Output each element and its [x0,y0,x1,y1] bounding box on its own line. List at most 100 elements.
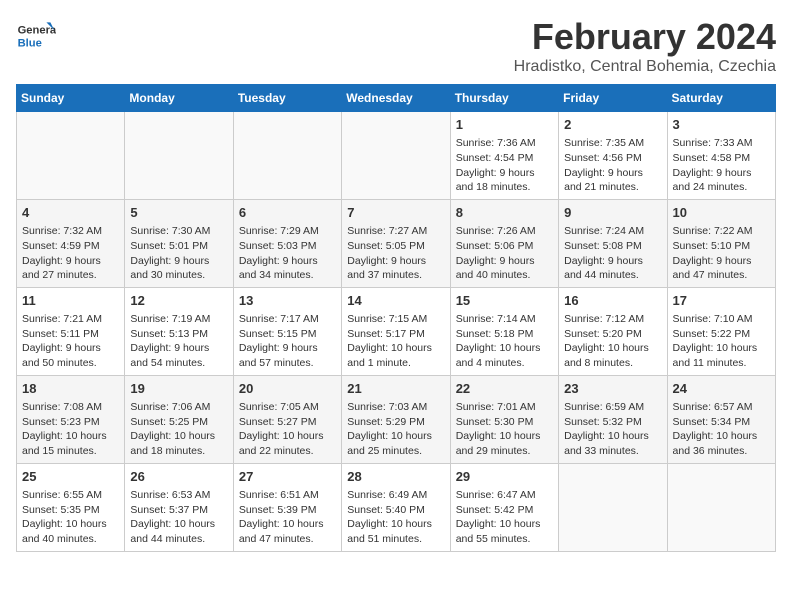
logo-icon: General Blue [16,16,56,56]
location: Hradistko, Central Bohemia, Czechia [514,58,776,76]
day-number: 3 [673,116,770,134]
calendar-week-row: 11Sunrise: 7:21 AM Sunset: 5:11 PM Dayli… [17,287,776,375]
title-block: February 2024 Hradistko, Central Bohemia… [514,16,776,76]
day-number: 8 [456,204,553,222]
calendar-cell: 20 Sunrise: 7:05 AM Sunset: 5:27 PM Dayli… [233,375,341,463]
day-info: Sunrise: 6:47 AM Sunset: 5:42 PM Dayligh… [456,488,553,547]
day-info: Sunrise: 7:32 AM Sunset: 4:59 PM Dayligh… [22,224,119,283]
weekday-header: Monday [125,85,233,112]
svg-text:Blue: Blue [18,37,42,49]
day-number: 25 [22,468,119,486]
calendar-cell: 3 Sunrise: 7:33 AM Sunset: 4:58 PM Daylig… [667,112,775,200]
calendar-cell: 29 Sunrise: 6:47 AM Sunset: 5:42 PM Dayli… [450,463,558,551]
day-number: 6 [239,204,336,222]
calendar-table: SundayMondayTuesdayWednesdayThursdayFrid… [16,84,776,552]
day-info: Sunrise: 7:08 AM Sunset: 5:23 PM Dayligh… [22,400,119,459]
day-number: 7 [347,204,444,222]
day-number: 9 [564,204,661,222]
weekday-header: Wednesday [342,85,450,112]
calendar-cell [559,463,667,551]
calendar-cell: 27Sunrise: 6:51 AM Sunset: 5:39 PM Dayli… [233,463,341,551]
day-info: Sunrise: 7:27 AM Sunset: 5:05 PM Dayligh… [347,224,444,283]
calendar-cell: 19 Sunrise: 7:06 AM Sunset: 5:25 PM Dayli… [125,375,233,463]
day-number: 28 [347,468,444,486]
day-info: Sunrise: 7:03 AM Sunset: 5:29 PM Dayligh… [347,400,444,459]
day-info: Sunrise: 7:06 AM Sunset: 5:25 PM Dayligh… [130,400,227,459]
day-number: 24 [673,380,770,398]
day-info: Sunrise: 7:10 AM Sunset: 5:22 PM Dayligh… [673,312,770,371]
day-number: 23 [564,380,661,398]
weekday-header: Thursday [450,85,558,112]
svg-text:General: General [18,25,56,37]
day-number: 13 [239,292,336,310]
calendar-cell: 25 Sunrise: 6:55 AM Sunset: 5:35 PM Dayli… [17,463,125,551]
day-number: 14 [347,292,444,310]
day-number: 5 [130,204,227,222]
day-info: Sunrise: 7:12 AM Sunset: 5:20 PM Dayligh… [564,312,661,371]
day-info: Sunrise: 6:51 AM Sunset: 5:39 PM Dayligh… [239,488,336,547]
day-number: 15 [456,292,553,310]
day-number: 16 [564,292,661,310]
calendar-cell: 11Sunrise: 7:21 AM Sunset: 5:11 PM Dayli… [17,287,125,375]
calendar-cell: 2 Sunrise: 7:35 AM Sunset: 4:56 PM Daylig… [559,112,667,200]
calendar-cell: 1 Sunrise: 7:36 AM Sunset: 4:54 PM Daylig… [450,112,558,200]
calendar-cell [125,112,233,200]
calendar-cell: 9 Sunrise: 7:24 AM Sunset: 5:08 PM Daylig… [559,199,667,287]
calendar-cell: 18 Sunrise: 7:08 AM Sunset: 5:23 PM Dayli… [17,375,125,463]
day-info: Sunrise: 7:21 AM Sunset: 5:11 PM Dayligh… [22,312,119,371]
day-number: 12 [130,292,227,310]
day-info: Sunrise: 7:36 AM Sunset: 4:54 PM Dayligh… [456,136,553,195]
day-number: 4 [22,204,119,222]
day-number: 26 [130,468,227,486]
day-number: 10 [673,204,770,222]
calendar-cell [17,112,125,200]
weekday-header-row: SundayMondayTuesdayWednesdayThursdayFrid… [17,85,776,112]
calendar-week-row: 1 Sunrise: 7:36 AM Sunset: 4:54 PM Daylig… [17,112,776,200]
day-number: 1 [456,116,553,134]
calendar-cell: 4 Sunrise: 7:32 AM Sunset: 4:59 PM Daylig… [17,199,125,287]
calendar-cell [233,112,341,200]
calendar-week-row: 4 Sunrise: 7:32 AM Sunset: 4:59 PM Daylig… [17,199,776,287]
day-info: Sunrise: 7:24 AM Sunset: 5:08 PM Dayligh… [564,224,661,283]
calendar-cell: 21 Sunrise: 7:03 AM Sunset: 5:29 PM Dayli… [342,375,450,463]
calendar-cell: 17Sunrise: 7:10 AM Sunset: 5:22 PM Dayli… [667,287,775,375]
day-number: 18 [22,380,119,398]
day-number: 20 [239,380,336,398]
day-info: Sunrise: 6:55 AM Sunset: 5:35 PM Dayligh… [22,488,119,547]
weekday-header: Friday [559,85,667,112]
calendar-cell: 14 Sunrise: 7:15 AM Sunset: 5:17 PM Dayli… [342,287,450,375]
day-number: 21 [347,380,444,398]
calendar-week-row: 25 Sunrise: 6:55 AM Sunset: 5:35 PM Dayli… [17,463,776,551]
calendar-cell: 16 Sunrise: 7:12 AM Sunset: 5:20 PM Dayli… [559,287,667,375]
day-info: Sunrise: 7:22 AM Sunset: 5:10 PM Dayligh… [673,224,770,283]
calendar-cell: 26 Sunrise: 6:53 AM Sunset: 5:37 PM Dayli… [125,463,233,551]
calendar-week-row: 18 Sunrise: 7:08 AM Sunset: 5:23 PM Dayli… [17,375,776,463]
day-info: Sunrise: 7:14 AM Sunset: 5:18 PM Dayligh… [456,312,553,371]
logo: General Blue [16,16,60,56]
calendar-cell: 13Sunrise: 7:17 AM Sunset: 5:15 PM Dayli… [233,287,341,375]
day-info: Sunrise: 7:26 AM Sunset: 5:06 PM Dayligh… [456,224,553,283]
day-number: 22 [456,380,553,398]
day-number: 19 [130,380,227,398]
day-info: Sunrise: 6:59 AM Sunset: 5:32 PM Dayligh… [564,400,661,459]
calendar-cell: 10 Sunrise: 7:22 AM Sunset: 5:10 PM Dayli… [667,199,775,287]
day-info: Sunrise: 7:30 AM Sunset: 5:01 PM Dayligh… [130,224,227,283]
day-info: Sunrise: 7:19 AM Sunset: 5:13 PM Dayligh… [130,312,227,371]
day-number: 2 [564,116,661,134]
day-info: Sunrise: 6:53 AM Sunset: 5:37 PM Dayligh… [130,488,227,547]
day-info: Sunrise: 7:35 AM Sunset: 4:56 PM Dayligh… [564,136,661,195]
day-info: Sunrise: 7:15 AM Sunset: 5:17 PM Dayligh… [347,312,444,371]
calendar-cell: 8 Sunrise: 7:26 AM Sunset: 5:06 PM Daylig… [450,199,558,287]
calendar-cell: 15 Sunrise: 7:14 AM Sunset: 5:18 PM Dayli… [450,287,558,375]
weekday-header: Sunday [17,85,125,112]
day-info: Sunrise: 7:05 AM Sunset: 5:27 PM Dayligh… [239,400,336,459]
day-info: Sunrise: 7:33 AM Sunset: 4:58 PM Dayligh… [673,136,770,195]
calendar-cell [667,463,775,551]
calendar-cell: 28Sunrise: 6:49 AM Sunset: 5:40 PM Dayli… [342,463,450,551]
calendar-cell: 6 Sunrise: 7:29 AM Sunset: 5:03 PM Daylig… [233,199,341,287]
day-info: Sunrise: 7:01 AM Sunset: 5:30 PM Dayligh… [456,400,553,459]
day-number: 29 [456,468,553,486]
calendar-cell [342,112,450,200]
day-info: Sunrise: 7:29 AM Sunset: 5:03 PM Dayligh… [239,224,336,283]
day-info: Sunrise: 6:57 AM Sunset: 5:34 PM Dayligh… [673,400,770,459]
